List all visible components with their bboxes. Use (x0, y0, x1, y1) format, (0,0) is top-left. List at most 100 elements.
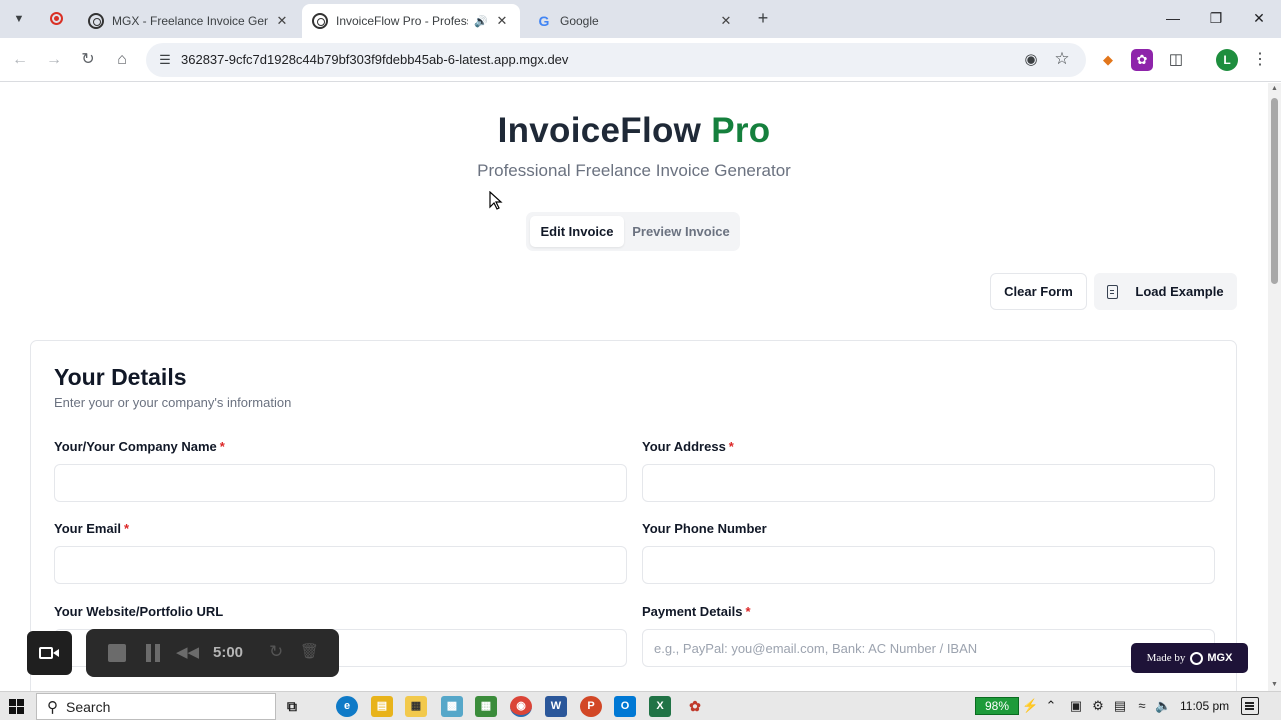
tab-edit-invoice[interactable]: Edit Invoice (530, 216, 624, 247)
task-view-icon[interactable]: ⧉ (281, 696, 303, 717)
edge-icon[interactable]: e (336, 696, 358, 717)
label-text: Your/Your Company Name (54, 439, 217, 454)
excel-icon[interactable]: X (649, 696, 671, 717)
start-pane (17, 699, 24, 706)
payment-details-input[interactable] (642, 629, 1215, 667)
address-bar[interactable]: ☰ 362837-9cfc7d1928c44b79bf303f9fdebb45a… (146, 43, 1086, 77)
tab-title: Google (560, 14, 599, 28)
rewind-icon[interactable]: ◀◀ (176, 643, 199, 661)
window-close-icon[interactable]: ✕ (1245, 6, 1273, 30)
word-icon[interactable]: W (545, 696, 567, 717)
label-text: Your Email (54, 521, 121, 536)
scroll-down-arrow-icon[interactable]: ▼ (1270, 681, 1279, 689)
payment-details-label: Payment Details * (642, 604, 751, 619)
purple-extension-icon[interactable]: ✿ (1131, 49, 1153, 71)
volume-icon[interactable]: 🔈 (1155, 697, 1171, 715)
wifi-status-icon[interactable]: ▤ (1112, 697, 1128, 715)
made-by-text: Made by (1146, 652, 1186, 664)
store-icon[interactable]: ▦ (405, 696, 427, 717)
new-tab-plus-icon[interactable]: + (752, 7, 774, 29)
tab-mgx[interactable]: MGX - Freelance Invoice Gener ✕ (78, 4, 300, 38)
app-icon[interactable]: ✿ (684, 696, 706, 717)
required-asterisk: * (728, 439, 734, 454)
recording-indicator-icon (50, 12, 63, 25)
profile-avatar[interactable]: L (1216, 49, 1238, 71)
settings-gear-icon[interactable]: ⚙ (1090, 697, 1106, 715)
plug-icon[interactable]: ⚡ (1022, 697, 1038, 715)
mgx-logo-icon (1190, 651, 1204, 665)
required-asterisk: * (219, 439, 225, 454)
tab-google[interactable]: G Google ✕ (526, 4, 744, 38)
home-icon[interactable]: ⌂ (110, 48, 134, 72)
tab-strip: ▼ MGX - Freelance Invoice Gener ✕ Invoic… (0, 0, 1281, 38)
calculator-icon[interactable]: ▦ (475, 696, 497, 717)
back-arrow-icon[interactable]: ← (8, 48, 32, 72)
clear-form-label: Clear Form (1004, 284, 1073, 299)
tab-search-chevron-icon[interactable]: ▼ (8, 8, 30, 30)
restore-icon[interactable]: ❐ (1202, 6, 1230, 30)
chevron-up-icon[interactable]: ⌃ (1043, 697, 1059, 715)
recorder-camera-button[interactable] (27, 631, 72, 675)
close-icon[interactable]: ✕ (718, 13, 734, 29)
taskbar: ⚲ Search ⧉ e ▤ ▦ ▩ ▦ ◉ W P O X ✿ 98% ⚡ ⌃… (0, 691, 1281, 720)
app-icon[interactable]: ▩ (441, 696, 463, 717)
metamask-extension-icon[interactable]: ◆ (1097, 49, 1119, 71)
start-pane (17, 707, 24, 714)
site-settings-icon[interactable]: ☰ (156, 51, 174, 69)
company-name-label: Your/Your Company Name * (54, 439, 225, 454)
load-example-button[interactable]: Load Example (1094, 273, 1237, 310)
clock[interactable]: 11:05 pm (1180, 699, 1229, 713)
company-name-input[interactable] (54, 464, 627, 502)
address-label: Your Address * (642, 439, 734, 454)
email-input[interactable] (54, 546, 627, 584)
network-device-icon[interactable]: ▣ (1068, 697, 1084, 715)
browser-toolbar: ← → ↻ ⌂ ☰ 362837-9cfc7d1928c44b79bf303f9… (0, 38, 1281, 82)
scroll-thumb[interactable] (1271, 98, 1278, 284)
made-by-mgx-badge[interactable]: Made by MGX (1131, 643, 1248, 673)
windows-start-icon[interactable] (9, 699, 24, 714)
tab-invoiceflow[interactable]: InvoiceFlow Pro - Professio 🔊 ✕ (302, 4, 520, 38)
camera-icon (39, 647, 53, 659)
trash-icon[interactable]: 🗑 (300, 642, 319, 660)
mgx-favicon-icon (88, 13, 104, 29)
address-input[interactable] (642, 464, 1215, 502)
pause-icon[interactable] (146, 644, 160, 662)
menu-kebab-icon[interactable]: ⋮ (1252, 49, 1268, 71)
mode-tabs: Edit Invoice Preview Invoice (526, 212, 740, 251)
required-asterisk: * (123, 521, 130, 536)
reload-icon[interactable]: ↻ (76, 48, 100, 72)
stop-icon[interactable] (108, 644, 126, 662)
label-text: Payment Details (642, 604, 743, 619)
load-example-label: Load Example (1135, 284, 1224, 299)
powerpoint-icon[interactable]: P (580, 696, 602, 717)
tab-preview-invoice[interactable]: Preview Invoice (626, 216, 736, 247)
app-title-part2: Pro (711, 111, 771, 150)
phone-input[interactable] (642, 546, 1215, 584)
phone-label: Your Phone Number (642, 521, 767, 536)
card-title: Your Details (54, 364, 187, 390)
close-icon[interactable]: ✕ (494, 13, 510, 29)
outlook-icon[interactable]: O (614, 696, 636, 717)
bookmark-star-icon[interactable]: ☆ (1051, 49, 1073, 69)
minimize-icon[interactable]: — (1159, 6, 1187, 30)
extensions-puzzle-icon[interactable]: ◫ (1165, 49, 1187, 71)
notification-center-icon[interactable] (1241, 697, 1259, 715)
close-icon[interactable]: ✕ (274, 13, 290, 29)
website-label: Your Website/Portfolio URL (54, 604, 223, 619)
file-explorer-icon[interactable]: ▤ (371, 696, 393, 717)
recorder-controls: ◀◀ 5:00 ↻ 🗑 (86, 629, 339, 677)
wifi-icon[interactable]: ≈ (1134, 697, 1150, 715)
battery-indicator[interactable]: 98% (975, 697, 1019, 715)
chrome-icon[interactable]: ◉ (510, 696, 532, 717)
eye-icon[interactable]: ◉ (1020, 50, 1042, 70)
app-title: InvoiceFlow Pro (0, 111, 1268, 151)
url-text[interactable]: 362837-9cfc7d1928c44b79bf303f9fdebb45ab-… (181, 52, 568, 67)
clear-form-button[interactable]: Clear Form (990, 273, 1087, 310)
page-scrollbar[interactable]: ▲ ▼ (1268, 83, 1281, 691)
forward-arrow-icon[interactable]: → (42, 48, 66, 72)
mgx-brand-text: MGX (1207, 652, 1233, 664)
taskbar-search[interactable]: ⚲ Search (36, 693, 276, 720)
speaker-icon[interactable]: 🔊 (474, 15, 488, 28)
scroll-up-arrow-icon[interactable]: ▲ (1270, 85, 1279, 93)
restart-icon[interactable]: ↻ (269, 642, 283, 662)
